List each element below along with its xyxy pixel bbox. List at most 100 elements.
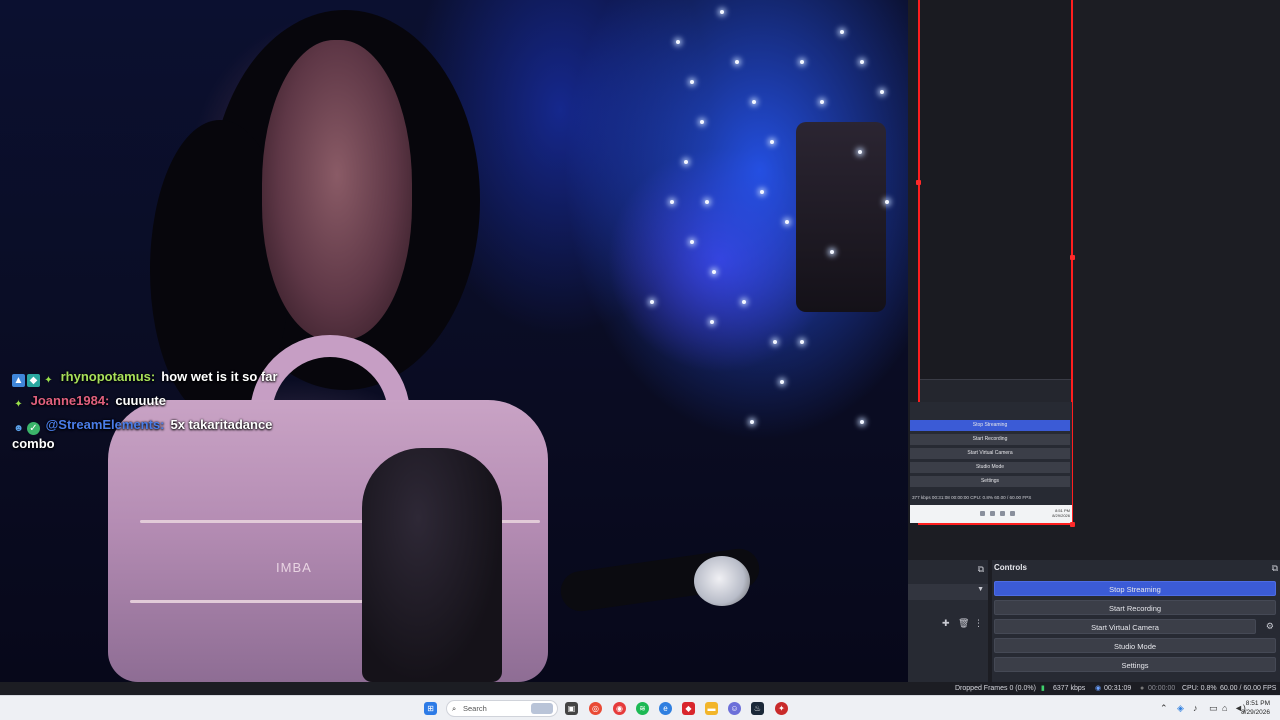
- fairy-light: [690, 240, 694, 244]
- taskbar-search[interactable]: ⌕ Search: [446, 700, 558, 717]
- fairy-light: [650, 300, 654, 304]
- fairy-light: [752, 100, 756, 104]
- search-highlight-icon: [531, 703, 553, 714]
- nested-start-recording: Start Recording: [910, 434, 1070, 445]
- taskbar-clock[interactable]: 8:51 PM 8/29/2026: [1241, 699, 1270, 717]
- add-icon[interactable]: ✚: [942, 618, 950, 629]
- network-icon[interactable]: ⌂: [1222, 703, 1227, 713]
- fairy-light: [800, 340, 804, 344]
- chat-username: Joanne1984:: [30, 393, 110, 408]
- nested-controls-dock: Stop Streaming Start Recording Start Vir…: [910, 402, 1072, 506]
- resize-handle[interactable]: [916, 180, 921, 185]
- settings-button[interactable]: Settings: [994, 657, 1276, 672]
- chat-message: ✦ Joanne1984: cuuuute: [12, 392, 312, 411]
- microphone: [362, 448, 502, 682]
- controls-title: Controls: [994, 563, 1027, 572]
- chevron-down-icon: ▼: [977, 586, 984, 593]
- controls-dock: Controls ⧉ Stop Streaming Start Recordin…: [992, 560, 1280, 682]
- chat-overlay: ▲ ◆ ✦ rhynopotamus: how wet is it so far ✦ …: [12, 368, 312, 458]
- fairy-light: [885, 200, 889, 204]
- fairy-light: [770, 140, 774, 144]
- nested-taskbar: 8:51 PM 8/29/2026: [910, 505, 1072, 523]
- discord-icon[interactable]: ☺: [728, 702, 741, 715]
- stream-icon: ◉: [1095, 685, 1102, 692]
- nested-taskbar-icon: [990, 511, 995, 516]
- trash-icon[interactable]: 🗑: [958, 618, 969, 629]
- robot-icon: ☻: [13, 423, 24, 434]
- fairy-light: [750, 420, 754, 424]
- tray-icon[interactable]: ▭: [1209, 703, 1218, 714]
- search-placeholder: Search: [463, 704, 487, 713]
- fairy-light: [700, 120, 704, 124]
- fairy-light: [780, 380, 784, 384]
- app-icon[interactable]: ◆: [682, 702, 695, 715]
- fairy-light: [800, 60, 804, 64]
- nested-taskbar-icon: [980, 511, 985, 516]
- microphone-icon[interactable]: ♪: [1193, 703, 1198, 713]
- resize-handle[interactable]: [1070, 255, 1075, 260]
- face: [262, 40, 412, 340]
- obs-status-bar: Dropped Frames 0 (0.0%) ▮ 6377 kbps ◉ 00…: [908, 682, 1280, 695]
- fairy-light: [710, 320, 714, 324]
- fairy-light: [858, 150, 862, 154]
- bag-logo: IMBA: [276, 560, 312, 575]
- obs-dock-area: ⧉ ▼ ✚ 🗑 ⋮ Controls ⧉ Stop Streaming Star…: [908, 540, 1280, 682]
- windows-start-icon[interactable]: ⊞: [424, 702, 437, 715]
- bits-badge-icon: ◆: [27, 374, 40, 387]
- fairy-light: [676, 40, 680, 44]
- clock-date: 8/29/2026: [1241, 709, 1270, 716]
- undock-icon[interactable]: ⧉: [1272, 563, 1278, 574]
- lamp: [796, 122, 886, 312]
- steam-icon[interactable]: ♨: [751, 702, 764, 715]
- audio-mixer-dock: ⧉ ▼ ✚ 🗑 ⋮: [908, 560, 988, 682]
- start-virtual-camera-button[interactable]: Start Virtual Camera: [994, 619, 1256, 634]
- dropped-frames: Dropped Frames 0 (0.0%): [955, 685, 1036, 692]
- edge-icon[interactable]: e: [659, 702, 672, 715]
- start-recording-button[interactable]: Start Recording: [994, 600, 1276, 615]
- chrome-icon[interactable]: ◎: [589, 702, 602, 715]
- dock-dropdown[interactable]: ▼: [908, 584, 988, 600]
- chat-text: cuuuute: [115, 393, 166, 408]
- tray-app-icon[interactable]: ◈: [1177, 703, 1184, 714]
- chat-username: @StreamElements:: [45, 417, 165, 432]
- sparkle-badge-icon: ✦: [44, 375, 53, 386]
- streamlabs-icon[interactable]: ✦: [775, 702, 788, 715]
- fps: 60.00 / 60.00 FPS: [1220, 685, 1277, 692]
- file-explorer-icon[interactable]: ▬: [705, 702, 718, 715]
- fairy-light: [712, 270, 716, 274]
- fairy-light: [735, 60, 739, 64]
- screen: IMBA ▲ ◆ ✦ rhynopotamus: how wet is it so f…: [0, 0, 1280, 720]
- nested-preview-canvas: [920, 0, 1071, 380]
- resize-handle[interactable]: [1070, 522, 1075, 527]
- nested-taskbar-icon: [1010, 511, 1015, 516]
- statusbar-spacer: [0, 682, 908, 695]
- fairy-light: [860, 420, 864, 424]
- fairy-light: [785, 220, 789, 224]
- fairy-light: [840, 30, 844, 34]
- task-view-icon[interactable]: ▣: [565, 702, 578, 715]
- studio-mode-button[interactable]: Studio Mode: [994, 638, 1276, 653]
- chat-message: ▲ ◆ ✦ rhynopotamus: how wet is it so far: [12, 368, 312, 387]
- undock-icon[interactable]: ⧉: [978, 564, 984, 575]
- record-time: 00:00:00: [1148, 685, 1176, 692]
- chat-message: ☻ ✓ @StreamElements: 5x takaritadance comb…: [12, 416, 312, 453]
- sparkle-badge-icon: ✦: [14, 399, 23, 410]
- tray-chevron-icon[interactable]: ⌃: [1160, 703, 1168, 714]
- nested-obs-source[interactable]: Stop Streaming Start Recording Start Vir…: [910, 0, 1075, 527]
- stop-streaming-button[interactable]: Stop Streaming: [994, 581, 1276, 596]
- nested-stop-streaming: Stop Streaming: [910, 420, 1070, 431]
- webcam-preview: IMBA: [0, 0, 908, 682]
- obs-icon[interactable]: ◉: [613, 702, 626, 715]
- spotify-icon[interactable]: ≋: [636, 702, 649, 715]
- fairy-light: [760, 190, 764, 194]
- fairy-light: [690, 80, 694, 84]
- fairy-light: [820, 100, 824, 104]
- fairy-light: [670, 200, 674, 204]
- gear-icon[interactable]: ⚙: [1266, 621, 1274, 632]
- fairy-light: [684, 160, 688, 164]
- nested-settings: Settings: [910, 476, 1070, 487]
- more-options-icon[interactable]: ⋮: [974, 618, 983, 629]
- record-icon: ●: [1140, 685, 1145, 692]
- fairy-light: [742, 300, 746, 304]
- clock-time: 8:51 PM: [1245, 700, 1270, 707]
